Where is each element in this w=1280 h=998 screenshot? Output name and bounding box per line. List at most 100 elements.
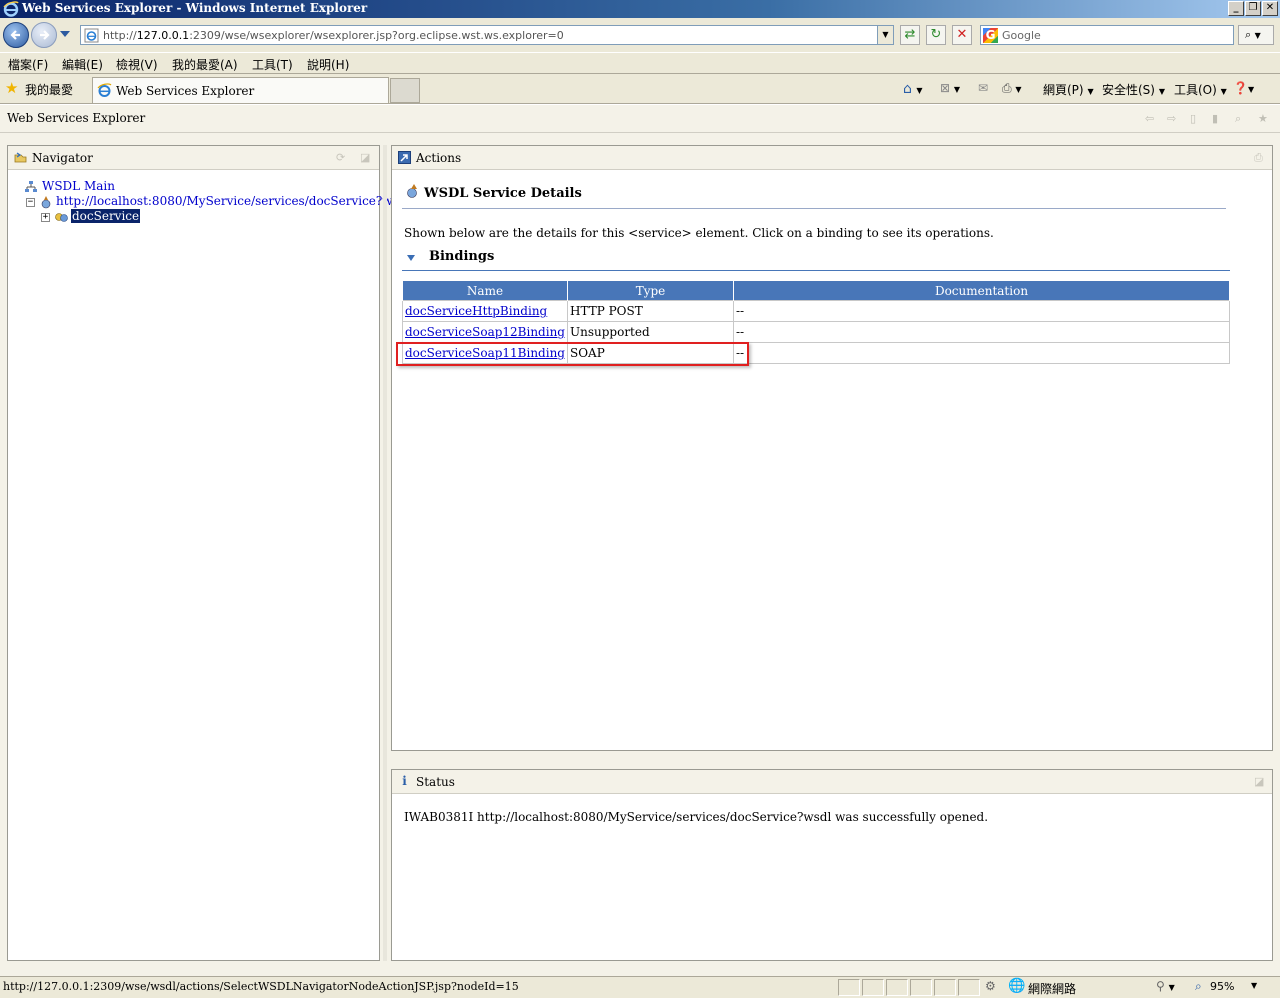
navigator-header: Navigator ⟳ ◪ — [8, 146, 379, 170]
clear-status-disabled-icon: ◪ — [1254, 775, 1265, 788]
refresh-icon[interactable]: ↻ — [926, 25, 946, 45]
ie-page-icon — [84, 28, 99, 43]
navigator-icon — [14, 152, 27, 163]
wsdl-url-link[interactable]: http://localhost:8080/MyService/services… — [56, 194, 410, 208]
navigator-title: Navigator — [32, 151, 93, 165]
docservice-label[interactable]: docService — [71, 209, 141, 223]
browser-status-bar: http://127.0.0.1:2309/wse/wsdl/actions/S… — [0, 976, 1280, 998]
address-row: http://127.0.0.1:2309/wse/wsexplorer/wse… — [0, 18, 1280, 52]
forward-arrow-disabled-icon: ⇨ — [1167, 112, 1177, 125]
status-url: http://127.0.0.1:2309/wse/wsdl/actions/S… — [3, 980, 519, 993]
table-header-row: Name Type Documentation — [402, 280, 1230, 301]
zone-label: 網際網路 — [1028, 982, 1077, 996]
panel-splitter[interactable] — [383, 145, 387, 961]
favorites-star-icon[interactable]: ★ — [5, 81, 18, 96]
table-row: docServiceSoap12Binding Unsupported -- — [402, 321, 1230, 343]
binding-type-cell: HTTP POST — [567, 300, 734, 322]
menu-tools[interactable]: 工具(T) — [252, 56, 293, 73]
address-bar[interactable]: http://127.0.0.1:2309/wse/wsexplorer/wse… — [80, 25, 894, 45]
status-header: i Status ◪ — [392, 770, 1272, 794]
window-title: Web Services Explorer - Windows Internet… — [22, 1, 368, 15]
binding-link[interactable]: docServiceSoap12Binding — [405, 325, 565, 339]
binding-doc-cell: -- — [733, 321, 1230, 343]
menu-help[interactable]: 說明(H) — [307, 56, 349, 73]
table-row: docServiceHttpBinding HTTP POST -- — [402, 300, 1230, 322]
details-description: Shown below are the details for this <se… — [404, 226, 994, 240]
status-message: IWAB0381I http://localhost:8080/MyServic… — [404, 810, 989, 824]
back-arrow-icon — [10, 30, 20, 40]
address-url[interactable]: http://127.0.0.1:2309/wse/wsexplorer/wse… — [103, 29, 564, 42]
restore-button[interactable]: ❐ — [1245, 1, 1261, 16]
bindings-collapse-icon[interactable] — [407, 255, 415, 261]
recent-pages-dropdown-icon[interactable] — [60, 31, 70, 37]
title-bar: Web Services Explorer - Windows Internet… — [0, 0, 1280, 18]
tab-web-services-explorer[interactable]: Web Services Explorer — [92, 77, 389, 103]
page-menu[interactable]: 網頁(P) ▼ — [1043, 81, 1094, 98]
collapse-wsdl-toggle[interactable]: − — [26, 198, 35, 207]
help-icon[interactable]: ❓▼ — [1233, 81, 1254, 95]
status-panel: i Status ◪ IWAB0381I http://localhost:80… — [391, 769, 1273, 961]
home-icon[interactable]: ⌂ ▼ — [903, 81, 923, 97]
actions-header: Actions ⎙ — [392, 146, 1272, 170]
search-button[interactable]: ⌕ ▼ — [1238, 25, 1274, 45]
highlight-box — [396, 342, 749, 366]
feeds-icon[interactable]: ⊠ ▼ — [940, 81, 960, 95]
forward-button[interactable] — [31, 22, 57, 48]
menu-view[interactable]: 檢視(V) — [116, 56, 158, 73]
info-icon: i — [402, 774, 407, 788]
binding-link[interactable]: docServiceHttpBinding — [405, 304, 547, 318]
status-cell — [958, 979, 980, 996]
zoom-dropdown-icon[interactable]: ▼ — [1251, 981, 1257, 990]
menu-favorites[interactable]: 我的最愛(A) — [172, 56, 238, 73]
page-header-title: Web Services Explorer — [7, 111, 146, 125]
status-cell — [838, 979, 860, 996]
status-cell — [934, 979, 956, 996]
favorites-bar: ★ 我的最愛 Web Services Explorer ⌂ ▼ ⊠ ▼ ✉ ⎙… — [0, 74, 1280, 104]
actions-title: Actions — [416, 151, 462, 165]
search-placeholder: Google — [1002, 29, 1041, 42]
new-tab-button[interactable] — [390, 78, 420, 103]
ie-logo-icon — [3, 1, 19, 17]
wsdl-service-icon — [41, 196, 51, 209]
protected-mode-icon[interactable]: ⚙ — [985, 979, 996, 993]
mail-icon[interactable]: ✉ — [978, 81, 988, 95]
status-cell — [862, 979, 884, 996]
column-header-name: Name — [402, 280, 568, 301]
menu-bar: 檔案(F) 編輯(E) 檢視(V) 我的最愛(A) 工具(T) 說明(H) — [0, 52, 1280, 74]
google-icon: G — [983, 28, 998, 43]
forward-arrow-icon — [40, 30, 50, 40]
address-dropdown-button[interactable]: ▼ — [877, 26, 893, 44]
safety-menu[interactable]: 安全性(S) ▼ — [1102, 81, 1165, 98]
stop-icon[interactable]: ✕ — [952, 25, 972, 45]
internet-zone-icon: 🌐 — [1008, 978, 1026, 994]
tools-menu[interactable]: 工具(O) ▼ — [1174, 81, 1227, 98]
binding-doc-cell: -- — [733, 300, 1230, 322]
status-cell — [910, 979, 932, 996]
bindings-title[interactable]: Bindings — [429, 249, 494, 264]
network-icon — [25, 181, 37, 192]
column-header-type: Type — [567, 280, 734, 301]
status-title: Status — [416, 775, 455, 789]
magnifier-icon: ⌕ — [1245, 28, 1252, 41]
binding-type-cell: Unsupported — [567, 321, 734, 343]
zoom-level[interactable]: 95% — [1210, 980, 1234, 993]
minimize-button[interactable]: _ — [1228, 1, 1244, 16]
favorites-button[interactable]: 我的最愛 — [25, 81, 73, 98]
document-icon: ▯ — [1190, 112, 1197, 125]
print-icon[interactable]: ⎙ ▼ — [1002, 81, 1022, 96]
details-divider — [402, 208, 1226, 209]
accessibility-icon[interactable]: ⚲ ▼ — [1156, 979, 1175, 993]
search-input[interactable]: G Google — [980, 25, 1234, 45]
menu-file[interactable]: 檔案(F) — [8, 56, 48, 73]
close-window-button[interactable]: ✕ — [1262, 1, 1278, 16]
clear-disabled-icon: ◪ — [360, 151, 371, 164]
compatibility-view-icon[interactable]: ⇄ — [900, 25, 920, 45]
wsdl-service-details-icon — [407, 184, 417, 198]
expand-docservice-toggle[interactable]: + — [41, 213, 50, 222]
search-options-dropdown-icon[interactable]: ▼ — [1255, 31, 1261, 40]
back-button[interactable] — [3, 22, 29, 48]
wsdl-main-link[interactable]: WSDL Main — [42, 179, 115, 193]
menu-edit[interactable]: 編輯(E) — [62, 56, 103, 73]
zoom-icon[interactable]: ⌕ — [1195, 979, 1202, 994]
bindings-divider — [402, 270, 1230, 271]
